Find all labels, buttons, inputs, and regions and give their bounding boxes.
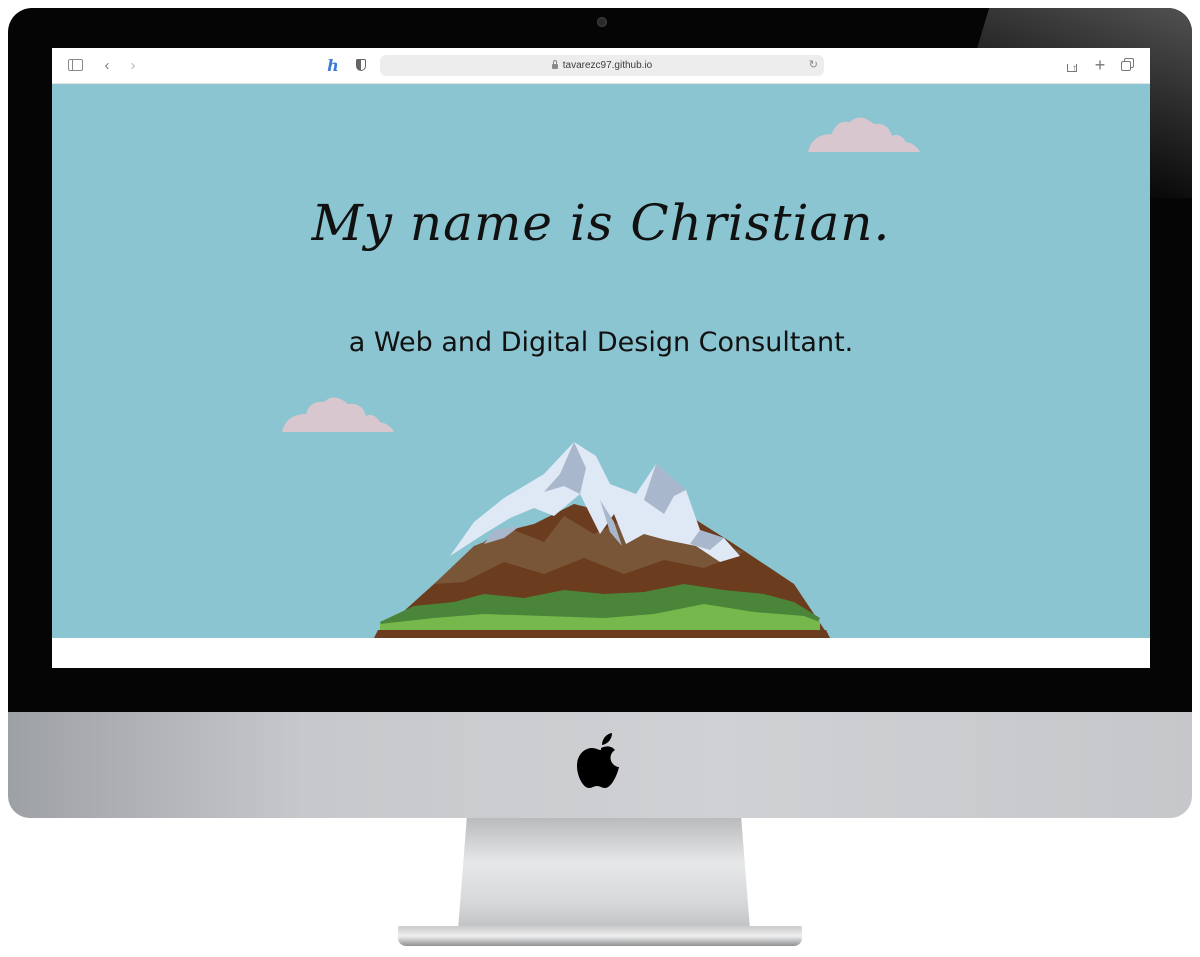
browser-window: ‹ › ℎ tavarezc97.github.io ↻ ↑ + My name… bbox=[52, 48, 1150, 668]
imac-display-bezel: ‹ › ℎ tavarezc97.github.io ↻ ↑ + My name… bbox=[8, 8, 1192, 712]
hero-subheadline: a Web and Digital Design Consultant. bbox=[348, 327, 854, 358]
address-bar[interactable]: tavarezc97.github.io ↻ bbox=[380, 55, 824, 76]
sidebar-icon[interactable] bbox=[67, 56, 83, 74]
tabs-overview-icon[interactable] bbox=[1120, 56, 1136, 74]
hero-section: My name is Christian. a Web and Digital … bbox=[52, 84, 1150, 638]
apple-logo bbox=[577, 733, 619, 788]
browser-toolbar: ‹ › ℎ tavarezc97.github.io ↻ ↑ + bbox=[52, 48, 1150, 84]
extension-icon[interactable]: ℎ bbox=[324, 56, 342, 75]
forward-icon[interactable]: › bbox=[126, 56, 140, 74]
share-icon[interactable]: ↑ bbox=[1064, 56, 1080, 74]
mountain-illustration bbox=[374, 442, 830, 638]
cloud-top-right bbox=[808, 117, 920, 152]
imac-stand bbox=[458, 818, 750, 930]
imac-chin bbox=[8, 712, 1192, 818]
camera bbox=[597, 17, 607, 27]
cloud-left bbox=[282, 397, 394, 432]
imac-stand-base bbox=[398, 926, 802, 946]
new-tab-icon[interactable]: + bbox=[1092, 55, 1108, 75]
url-text: tavarezc97.github.io bbox=[562, 60, 653, 71]
back-icon[interactable]: ‹ bbox=[100, 56, 114, 74]
reload-icon[interactable]: ↻ bbox=[809, 58, 818, 71]
lock-icon bbox=[551, 60, 558, 69]
shield-icon[interactable] bbox=[354, 56, 368, 74]
hero-headline: My name is Christian. bbox=[311, 194, 891, 252]
page-footer bbox=[52, 638, 1150, 668]
